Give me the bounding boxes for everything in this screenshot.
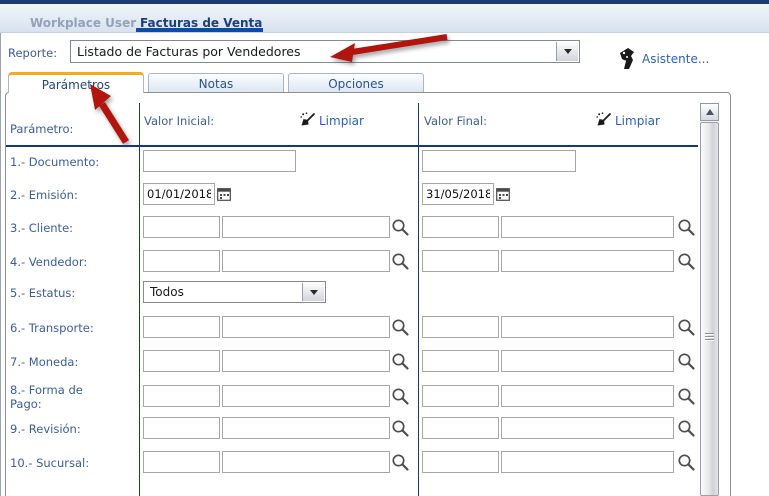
documento-initial-input[interactable] [143,150,296,172]
scroll-up-button[interactable] [700,103,719,121]
forma-pago-initial-name-input[interactable] [222,385,390,407]
search-icon[interactable] [391,218,410,237]
param-row-moneda: 7.- Moneda: [0,350,769,376]
vendedor-initial-code-input[interactable] [143,250,220,272]
broom-icon [300,112,316,128]
param-label: 9.- Revisión: [10,422,132,436]
transporte-initial-code-input[interactable] [143,316,220,338]
report-label: Reporte: [8,46,57,60]
clear-initial-label: Limpiar [319,114,364,128]
search-icon[interactable] [391,419,410,438]
search-icon[interactable] [677,419,696,438]
sucursal-final-code-input[interactable] [422,451,499,473]
clear-final-label: Limpiar [615,114,660,128]
forma-pago-final-name-input[interactable] [501,385,674,407]
module-tab-bar: Workplace User Facturas de Venta [0,4,769,33]
column-header-parametro: Parámetro: [10,122,73,136]
scrollbar-grip [705,331,714,339]
documento-final-input[interactable] [422,150,576,172]
calendar-icon[interactable] [217,187,231,201]
active-module-tab-underline [136,28,263,32]
param-row-documento: 1.- Documento: [0,150,769,176]
revision-initial-name-input[interactable] [222,417,390,439]
cliente-final-code-input[interactable] [422,216,499,238]
chevron-down-icon[interactable] [556,42,578,61]
broom-icon [596,112,612,128]
app-window: Workplace User Facturas de Venta Reporte… [0,0,769,496]
revision-final-code-input[interactable] [422,417,499,439]
sucursal-initial-name-input[interactable] [222,451,390,473]
param-row-emision: 2.- Emisión: [0,183,769,209]
cliente-initial-code-input[interactable] [143,216,220,238]
vertical-scrollbar[interactable] [700,103,719,496]
scrollbar-thumb[interactable] [700,122,719,496]
emision-initial-date-input[interactable] [143,183,215,205]
vendedor-initial-name-input[interactable] [222,250,390,272]
param-row-cliente: 3.- Cliente: [0,216,769,242]
arrow-up-icon [706,109,714,115]
param-label: 3.- Cliente: [10,221,132,235]
search-icon[interactable] [677,318,696,337]
red-arrow-annotation-tab [82,78,136,148]
search-icon[interactable] [677,218,696,237]
param-label: 1.- Documento: [10,155,132,169]
moneda-initial-name-input[interactable] [222,350,390,372]
chevron-down-icon[interactable] [302,283,324,301]
search-icon[interactable] [677,453,696,472]
chevron-down-glyph [310,290,318,295]
transporte-final-code-input[interactable] [422,316,499,338]
emision-final-date-input[interactable] [422,183,494,205]
cliente-final-name-input[interactable] [501,216,674,238]
search-icon[interactable] [677,387,696,406]
param-label: 4.- Vendedor: [10,255,132,269]
search-icon[interactable] [391,453,410,472]
param-label: 10.- Sucursal: [10,456,132,470]
revision-initial-code-input[interactable] [143,417,220,439]
tab-opciones[interactable]: Opciones [288,73,424,92]
assistant-link-label: Asistente... [642,52,709,66]
param-row-sucursal: 10.- Sucursal: [0,451,769,477]
report-select-value: Listado de Facturas por Vendedores [77,44,301,59]
revision-final-name-input[interactable] [501,417,674,439]
sucursal-final-name-input[interactable] [501,451,674,473]
param-row-transporte: 6.- Transporte: [0,316,769,342]
forma-pago-initial-code-input[interactable] [143,385,220,407]
column-header-valor-inicial: Valor Inicial: [144,114,214,128]
transporte-initial-name-input[interactable] [222,316,390,338]
search-icon[interactable] [677,252,696,271]
search-icon[interactable] [391,252,410,271]
param-label: 7.- Moneda: [10,355,132,369]
estatus-select[interactable]: Todos [143,281,326,303]
search-icon[interactable] [391,387,410,406]
moneda-final-code-input[interactable] [422,350,499,372]
vendedor-final-name-input[interactable] [501,250,674,272]
assistant-link[interactable]: Asistente... [617,47,737,71]
param-label: 2.- Emisión: [10,188,132,202]
chevron-down-glyph [564,49,572,54]
param-row-revision: 9.- Revisión: [0,417,769,443]
moneda-final-name-input[interactable] [501,350,674,372]
transporte-final-name-input[interactable] [501,316,674,338]
param-row-vendedor: 4.- Vendedor: [0,250,769,276]
param-row-forma-de-pago: 8.- Forma de Pago: [0,385,769,411]
search-icon[interactable] [677,352,696,371]
column-header-valor-final: Valor Final: [424,114,487,128]
tab-notas[interactable]: Notas [148,73,284,92]
estatus-select-value: Todos [150,285,184,299]
forma-pago-final-code-input[interactable] [422,385,499,407]
search-icon[interactable] [391,352,410,371]
moneda-initial-code-input[interactable] [143,350,220,372]
param-label: 8.- Forma de Pago: [10,383,105,411]
module-tab-workplace-user[interactable]: Workplace User [30,16,136,30]
param-row-estatus: 5.- Estatus: Todos [0,281,769,307]
vendedor-final-code-input[interactable] [422,250,499,272]
calendar-icon[interactable] [496,187,510,201]
sucursal-initial-code-input[interactable] [143,451,220,473]
search-icon[interactable] [391,318,410,337]
cliente-initial-name-input[interactable] [222,216,390,238]
param-label: 5.- Estatus: [10,286,132,300]
wizard-icon [617,47,637,70]
param-label: 6.- Transporte: [10,321,132,335]
red-arrow-annotation-report [322,30,452,64]
